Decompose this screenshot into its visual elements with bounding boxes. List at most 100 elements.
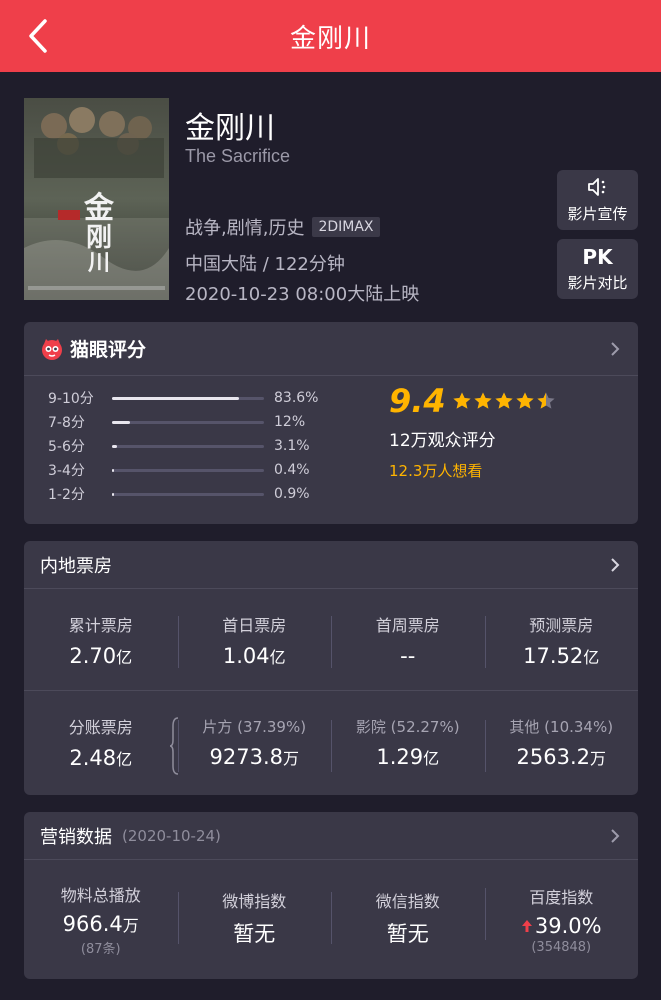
movie-poster[interactable]: 金 刚 川 bbox=[24, 98, 169, 300]
stat-label: 首日票房 bbox=[222, 615, 287, 635]
rating-bar-fill bbox=[112, 396, 240, 400]
star-full-icon bbox=[474, 392, 492, 409]
stat-wechat: 微信指数 暂无 bbox=[331, 888, 485, 950]
stat-label: 片方 (37.39%) bbox=[202, 717, 307, 736]
rating-bar-track bbox=[112, 468, 264, 472]
stat-value: 暂无 bbox=[233, 922, 276, 946]
rating-row-label: 9-10分 bbox=[48, 391, 94, 407]
stat-first-day: 首日票房 1.04亿 bbox=[177, 612, 332, 668]
star-full-icon bbox=[453, 392, 471, 409]
format-badge: 2DIMAX bbox=[312, 217, 380, 237]
stat-sub: (354848) bbox=[531, 939, 592, 955]
back-button[interactable] bbox=[18, 14, 58, 58]
speaker-icon bbox=[587, 177, 609, 199]
boxoffice-card-header[interactable]: 内地票房 bbox=[24, 541, 638, 589]
boxoffice-card[interactable]: 内地票房 累计票房 2.70亿 首日票房 1.04亿 首周票房 -- 预测票房 … bbox=[24, 541, 638, 795]
compare-button[interactable]: PK 影片对比 bbox=[557, 239, 638, 299]
stat-label: 累计票房 bbox=[68, 615, 133, 635]
svg-text:金: 金 bbox=[83, 191, 115, 226]
stat-value: 39.0% bbox=[521, 914, 602, 938]
rating-bar-fill bbox=[112, 420, 131, 424]
rating-distribution: 9-10分 83.6% 7-8分 12% 5-6分 3.1% 3-4分 0.4%… bbox=[48, 386, 318, 506]
stat-forecast: 预测票房 17.52亿 bbox=[484, 612, 639, 668]
promo-label: 影片宣传 bbox=[567, 204, 628, 223]
want-to-see-count: 12.3万人想看 bbox=[389, 462, 483, 480]
genre-text: 战争,剧情,历史 bbox=[185, 218, 305, 239]
stat-value: 1.29亿 bbox=[376, 744, 440, 769]
stat-split-total: 分账票房 2.48亿 bbox=[24, 714, 178, 770]
stat-label: 百度指数 bbox=[529, 887, 594, 907]
score-display: 9.4 bbox=[389, 382, 557, 420]
score-value: 9.4 bbox=[389, 382, 446, 420]
boxoffice-split: 分账票房 2.48亿 片方 (37.39%) 9273.8万 影院 (52.27… bbox=[24, 691, 638, 793]
marketing-title: 营销数据 bbox=[40, 826, 112, 848]
stat-label: 影院 (52.27%) bbox=[355, 717, 460, 736]
pk-icon: PK bbox=[582, 244, 613, 269]
maoyan-cat-icon bbox=[42, 338, 62, 360]
marketing-card-header[interactable]: 营销数据 (2020-10-24) bbox=[24, 812, 638, 860]
rating-card-header[interactable]: 猫眼评分 bbox=[24, 322, 638, 376]
movie-english-title: The Sacrifice bbox=[185, 146, 291, 166]
rating-row-pct: 3.1% bbox=[274, 438, 310, 454]
chevron-right-icon bbox=[611, 342, 620, 356]
rating-bar-track bbox=[112, 444, 264, 448]
stat-label: 分账票房 bbox=[68, 718, 133, 737]
top-bar: 金刚川 bbox=[0, 0, 661, 72]
stat-label: 微信指数 bbox=[375, 892, 440, 911]
rating-row-pct: 83.6% bbox=[274, 390, 319, 406]
star-full-icon bbox=[516, 392, 534, 409]
stat-value: -- bbox=[400, 643, 416, 668]
promo-button[interactable]: 影片宣传 bbox=[557, 170, 638, 230]
movie-title: 金刚川 bbox=[185, 111, 275, 146]
rating-row-label: 7-8分 bbox=[48, 415, 85, 431]
stat-baidu: 百度指数 39.0% (354848) bbox=[484, 884, 639, 955]
audience-count: 12万观众评分 bbox=[389, 431, 496, 451]
rating-row-1-2: 1-2分 0.9% bbox=[48, 482, 318, 506]
stat-value: 2.70亿 bbox=[69, 643, 133, 668]
stat-value: 2563.2万 bbox=[516, 744, 607, 769]
region-duration: 中国大陆 / 122分钟 bbox=[185, 254, 345, 275]
marketing-card[interactable]: 营销数据 (2020-10-24) 物料总播放 966.4万 (87条) 微博指… bbox=[24, 812, 638, 979]
rating-row-label: 5-6分 bbox=[48, 439, 85, 455]
compare-label: 影片对比 bbox=[567, 273, 628, 292]
rating-row-7-8: 7-8分 12% bbox=[48, 410, 318, 434]
stat-value: 1.04亿 bbox=[222, 643, 286, 668]
stat-producer: 片方 (37.39%) 9273.8万 bbox=[169, 716, 332, 775]
star-rating bbox=[452, 391, 557, 411]
rating-bar-track bbox=[112, 396, 264, 400]
rating-bar-fill bbox=[112, 444, 117, 448]
rating-bar-track bbox=[112, 420, 264, 424]
rating-bar-fill bbox=[112, 492, 114, 496]
rating-row-pct: 12% bbox=[274, 414, 306, 430]
stat-label: 预测票房 bbox=[529, 615, 594, 635]
stat-label: 物料总播放 bbox=[60, 885, 141, 905]
stat-value: 9273.8万 bbox=[209, 744, 300, 769]
svg-text:川: 川 bbox=[87, 250, 110, 276]
rating-row-3-4: 3-4分 0.4% bbox=[48, 458, 318, 482]
stat-material-plays: 物料总播放 966.4万 (87条) bbox=[24, 882, 178, 957]
stat-other: 其他 (10.34%) 2563.2万 bbox=[484, 716, 639, 772]
rating-bar-fill bbox=[112, 468, 114, 472]
release-date: 2020-10-23 08:00大陆上映 bbox=[185, 284, 420, 305]
up-arrow-icon bbox=[521, 919, 532, 932]
page-title: 金刚川 bbox=[289, 23, 371, 54]
star-full-icon bbox=[495, 392, 513, 409]
stat-weibo: 微博指数 暂无 bbox=[177, 888, 332, 950]
stat-total: 累计票房 2.70亿 bbox=[24, 612, 178, 668]
stat-label: 首周票房 bbox=[375, 615, 440, 635]
marketing-stats: 物料总播放 966.4万 (87条) 微博指数 暂无 微信指数 暂无 百度指数 … bbox=[24, 860, 638, 978]
chevron-right-icon bbox=[611, 829, 620, 843]
rating-card[interactable]: 猫眼评分 9-10分 83.6% 7-8分 12% 5-6分 3.1% 3-4分… bbox=[24, 322, 638, 524]
chevron-right-icon bbox=[611, 558, 620, 572]
stat-value: 2.48亿 bbox=[69, 746, 133, 770]
svg-text:刚: 刚 bbox=[86, 223, 112, 253]
rating-row-label: 1-2分 bbox=[48, 487, 85, 503]
stat-value: 17.52亿 bbox=[523, 643, 600, 668]
stat-value: 966.4万 bbox=[62, 911, 139, 936]
stat-value: 暂无 bbox=[386, 922, 429, 946]
stat-cinema: 影院 (52.27%) 1.29亿 bbox=[331, 716, 485, 772]
rating-row-label: 3-4分 bbox=[48, 463, 85, 479]
stat-sub: (87条) bbox=[80, 941, 121, 957]
rating-row-pct: 0.9% bbox=[274, 486, 310, 502]
rating-bar-track bbox=[112, 492, 264, 496]
